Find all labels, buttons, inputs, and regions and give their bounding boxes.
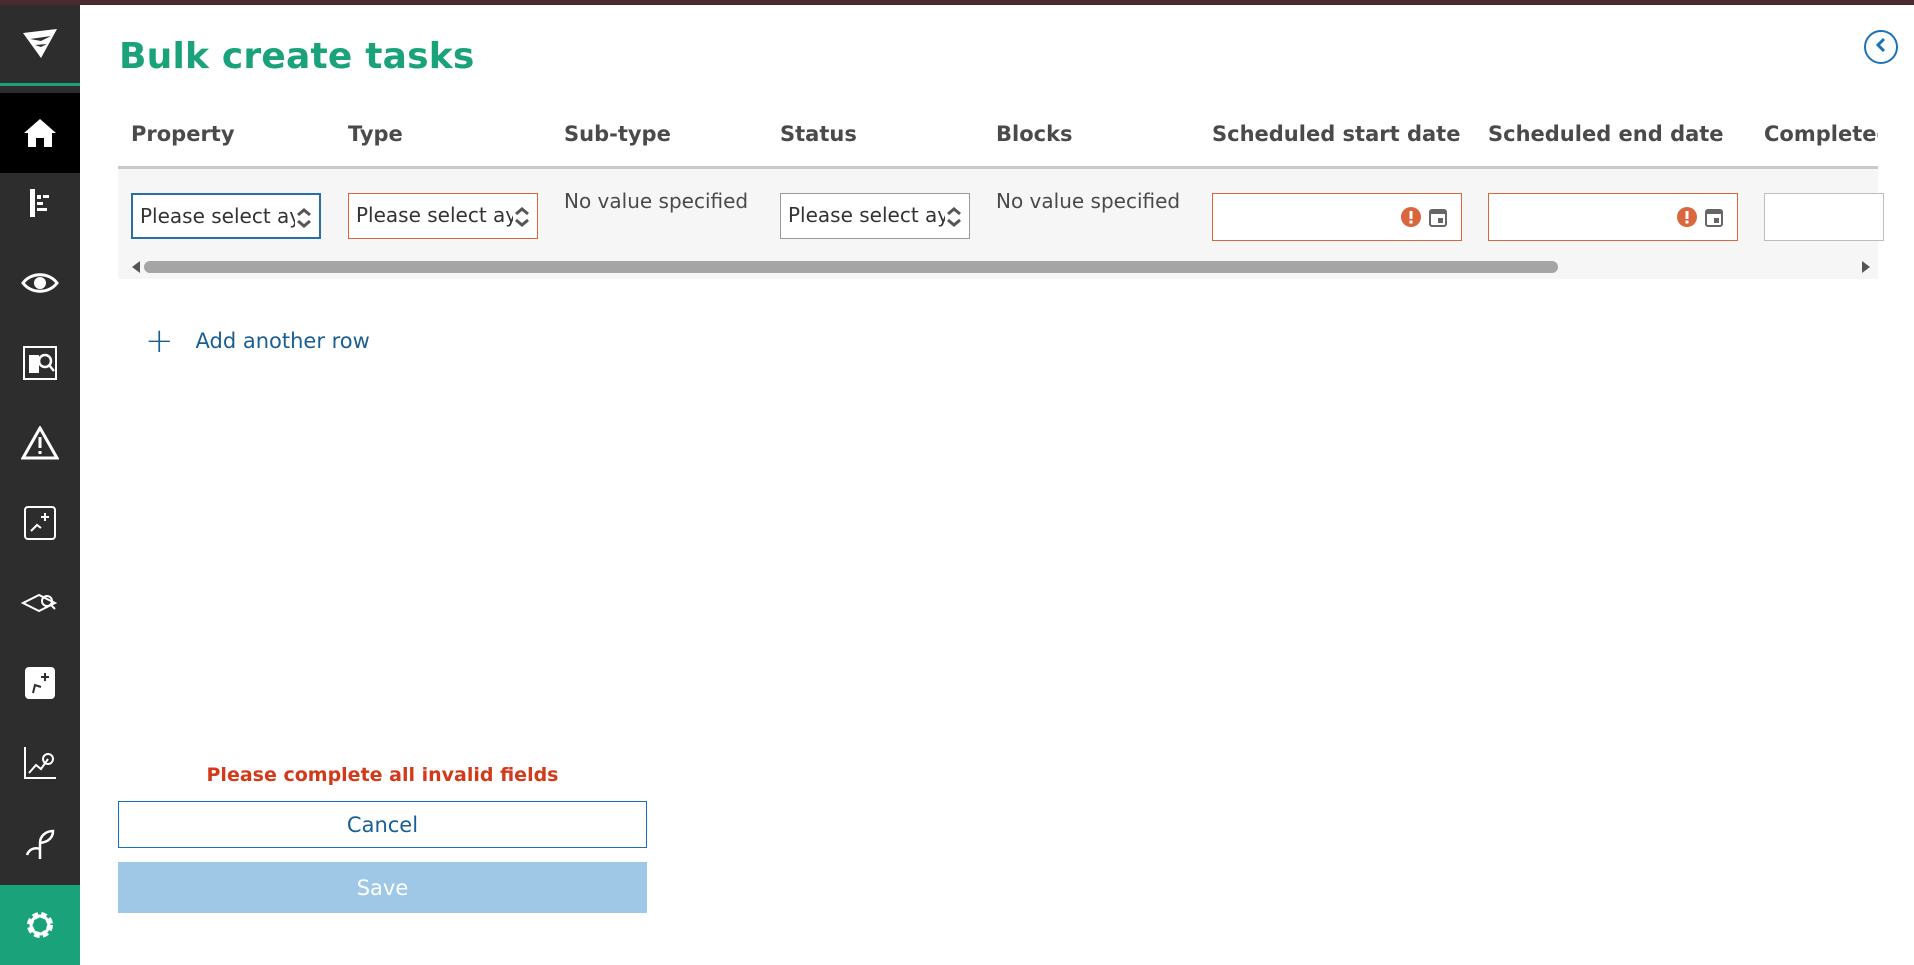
- nav-search-map[interactable]: [0, 323, 80, 403]
- save-button[interactable]: Save: [118, 862, 647, 913]
- completed-date-input[interactable]: [1764, 193, 1884, 241]
- column-header-status: Status: [780, 122, 857, 146]
- scroll-right-arrow[interactable]: [1862, 261, 1870, 273]
- sidebar: [0, 5, 80, 965]
- collapse-panel-button[interactable]: [1864, 30, 1898, 64]
- map-search-icon: [21, 589, 59, 617]
- select-arrows-icon: [513, 204, 531, 230]
- nav-observations[interactable]: [0, 243, 80, 323]
- column-header-completed: Completed: [1764, 122, 1878, 146]
- plant-icon: [23, 825, 57, 861]
- properties-icon: [27, 187, 53, 219]
- select-arrows-icon: [945, 204, 963, 230]
- column-header-type: Type: [348, 122, 403, 146]
- column-header-blocks: Blocks: [996, 122, 1073, 146]
- growth-icon: [23, 665, 57, 701]
- type-select[interactable]: Please select ayc: [348, 193, 538, 239]
- calendar-icon[interactable]: [1705, 207, 1723, 231]
- horizontal-scrollbar[interactable]: [118, 257, 1878, 277]
- nav-alerts[interactable]: [0, 403, 80, 483]
- scheduled-end-date-input[interactable]: [1488, 193, 1738, 241]
- table-row: Please select ayc Please select ayc No v…: [118, 169, 1884, 279]
- search-map-icon: [22, 345, 58, 381]
- analytics-icon: [23, 505, 57, 541]
- calendar-icon[interactable]: [1429, 207, 1447, 231]
- property-select[interactable]: Please select ayc: [131, 193, 321, 239]
- column-header-scheduled-end: Scheduled end date: [1488, 122, 1724, 146]
- settings-icon: [23, 908, 57, 942]
- column-header-subtype: Sub-type: [564, 122, 671, 146]
- status-select[interactable]: Please select ayc: [780, 193, 970, 239]
- eye-icon: [21, 271, 59, 295]
- nav-properties[interactable]: [0, 163, 80, 243]
- blocks-value: No value specified: [996, 189, 1181, 213]
- select-arrows-icon: [295, 205, 313, 231]
- subtype-value: No value specified: [564, 189, 749, 213]
- cancel-button[interactable]: Cancel: [118, 801, 647, 848]
- page-title: Bulk create tasks: [119, 36, 475, 77]
- nav-growth[interactable]: [0, 643, 80, 723]
- chart-search-icon: [22, 745, 58, 781]
- nav-home[interactable]: [0, 93, 80, 173]
- nav-plants[interactable]: [0, 803, 80, 883]
- scheduled-start-date-input[interactable]: [1212, 193, 1462, 241]
- scrollbar-thumb[interactable]: [144, 261, 1558, 273]
- property-select-value: Please select ayc: [140, 204, 313, 228]
- column-header-property: Property: [131, 122, 235, 146]
- nav-map-search[interactable]: [0, 563, 80, 643]
- error-icon: [1401, 207, 1421, 231]
- nav-analytics[interactable]: [0, 483, 80, 563]
- scroll-left-arrow[interactable]: [132, 261, 140, 273]
- plus-icon: +: [145, 321, 174, 361]
- column-header-scheduled-start: Scheduled start date: [1212, 122, 1461, 146]
- main-content: Bulk create tasks Property Type Sub-type…: [118, 0, 1914, 943]
- type-select-value: Please select ayc: [356, 203, 529, 227]
- home-icon: [23, 117, 57, 149]
- add-row-label: Add another row: [195, 329, 370, 353]
- add-another-row-button[interactable]: + Add another row: [145, 321, 370, 361]
- error-icon: [1677, 207, 1697, 231]
- nav-reports[interactable]: [0, 723, 80, 803]
- validation-message: Please complete all invalid fields: [206, 764, 559, 786]
- nav-settings[interactable]: [0, 885, 80, 965]
- chevron-left-icon: [1874, 37, 1888, 57]
- warning-icon: [21, 426, 59, 460]
- status-select-value: Please select ayc: [788, 203, 961, 227]
- logo-icon[interactable]: [0, 5, 80, 86]
